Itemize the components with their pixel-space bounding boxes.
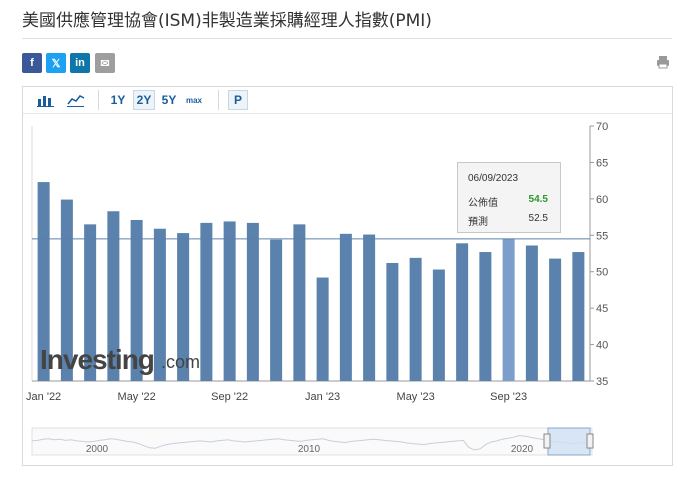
bar-nov23: [549, 258, 562, 381]
bar-jan23: [316, 277, 329, 381]
investing-logo-suffix: .com: [161, 352, 201, 372]
x-tick-label: Jan '22: [26, 391, 61, 403]
navigator-year-label: 2020: [511, 444, 534, 455]
y-tick-label: 55: [596, 230, 608, 242]
bar-jul23: [456, 243, 469, 381]
bar-sep22: [223, 221, 236, 381]
x-tick-label: Sep '23: [490, 391, 527, 403]
bar-aug22: [200, 222, 213, 381]
tooltip-date: 06/09/2023: [468, 173, 519, 184]
bar-oct22: [246, 222, 259, 381]
tooltip-forecast-label: 預測: [468, 217, 488, 228]
navigator-handle-left: [543, 433, 551, 449]
tooltip-actual-value: 54.5: [528, 194, 548, 205]
bar-may23: [409, 257, 422, 381]
bar-oct23: [525, 245, 538, 381]
bar-feb23: [339, 233, 352, 381]
tooltip-forecast-value: 52.5: [528, 213, 548, 224]
bar-apr23: [386, 262, 399, 381]
y-tick-label: 70: [596, 121, 608, 133]
pmi-bar-chart: 35 40 45 50 55 60 65 70 Jan '22 May '22 Sep '22 Jan…: [26, 121, 608, 456]
navigator-handle-right: [586, 433, 594, 449]
x-tick-label: May '23: [397, 391, 435, 403]
tooltip-actual-label: 公佈值: [468, 198, 498, 209]
navigator-year-label: 2010: [298, 444, 321, 455]
investing-logo: Investing: [40, 344, 155, 375]
bar-nov22: [270, 239, 283, 381]
x-tick-label: Jan '23: [305, 391, 340, 403]
bar-mar23: [363, 234, 376, 381]
y-tick-label: 65: [596, 157, 608, 169]
bar-aug23: [479, 252, 492, 381]
y-tick-label: 45: [596, 303, 608, 315]
bar-dec23: [572, 252, 585, 381]
x-tick-label: May '22: [118, 391, 156, 403]
bar-jun23: [432, 269, 445, 381]
data-tooltip: 06/09/2023 公佈值 54.5 預測 52.5: [457, 162, 561, 233]
navigator-year-label: 2000: [86, 444, 109, 455]
bar-dec22: [293, 224, 306, 381]
y-tick-label: 60: [596, 194, 608, 206]
navigator-selection: [547, 427, 591, 456]
y-tick-label: 35: [596, 376, 608, 388]
y-tick-label: 50: [596, 267, 608, 279]
y-tick-label: 40: [596, 340, 608, 352]
bar-sep23: [502, 238, 515, 381]
x-tick-label: Sep '22: [211, 391, 248, 403]
